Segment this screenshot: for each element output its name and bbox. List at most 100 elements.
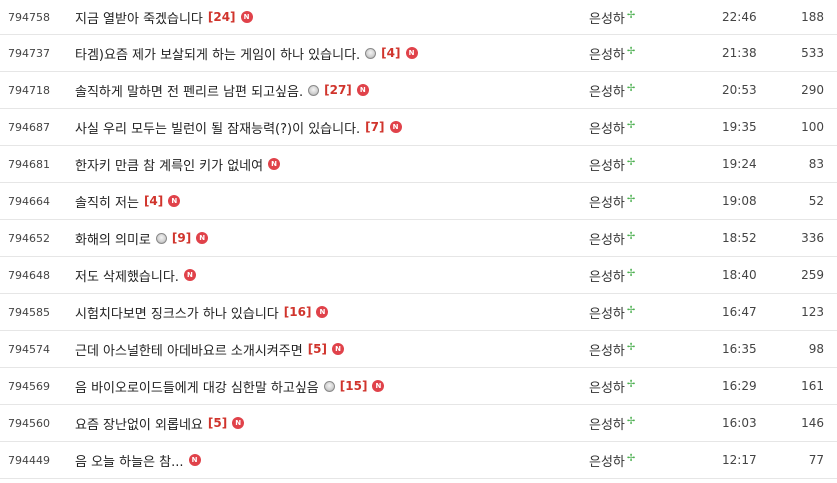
post-title-link[interactable]: 지금 열받아 죽겠습니다 [75, 8, 203, 27]
author-name[interactable]: 은성하 ✢ [589, 183, 679, 219]
comment-count-link[interactable]: [24] [208, 10, 236, 24]
member-level-leaf-icon: ✢ [626, 268, 636, 279]
post-title-link[interactable]: 솔직하게 말하면 전 펜리르 남편 되고싶음. [75, 81, 303, 100]
post-title-cell: 요즘 장난없이 외롭네요 [5] N [75, 405, 575, 441]
post-title-cell: 사실 우리 모두는 빌런이 될 잠재능력(?)이 있습니다. [7] N [75, 109, 575, 145]
post-title-link[interactable]: 타겜)요즘 제가 보살되게 하는 게임이 하나 있습니다. [75, 44, 360, 63]
post-time: 16:47 [722, 305, 757, 319]
view-count: 336 [801, 231, 824, 245]
member-level-leaf-icon: ✢ [626, 10, 636, 21]
post-row[interactable]: 794687 사실 우리 모두는 빌런이 될 잠재능력(?)이 있습니다. [7] N… [0, 109, 837, 146]
member-level-leaf-icon: ✢ [626, 231, 636, 242]
post-time: 20:53 [722, 83, 757, 97]
new-post-icon: N [405, 47, 418, 59]
author-label: 은성하 [589, 417, 625, 433]
post-row[interactable]: 794648 저도 삭제했습니다. N 은성하 ✢ 18:40 259 [0, 257, 837, 294]
post-number: 794449 [8, 453, 50, 467]
post-list: 794758 지금 열받아 죽겠습니다 [24] N 은성하 ✢ 22:46 188 79473… [0, 0, 837, 483]
comment-count-link[interactable]: [9] [172, 231, 191, 245]
comment-count-link[interactable]: [5] [208, 416, 227, 430]
member-level-leaf-icon: ✢ [626, 416, 636, 427]
post-title-link[interactable]: 요즘 장난없이 외롭네요 [75, 414, 203, 433]
author-label: 은성하 [589, 269, 625, 285]
author-name[interactable]: 은성하 ✢ [589, 257, 679, 293]
post-title-cell: 한자키 만큼 참 계륵인 키가 없네여 N [75, 146, 575, 182]
member-level-leaf-icon: ✢ [626, 305, 636, 316]
author-name[interactable]: 은성하 ✢ [589, 72, 679, 108]
post-title-link[interactable]: 사실 우리 모두는 빌런이 될 잠재능력(?)이 있습니다. [75, 118, 360, 137]
author-name[interactable]: 은성하 ✢ [589, 146, 679, 182]
post-number: 794664 [8, 194, 50, 208]
post-row[interactable]: 794737 타겜)요즘 제가 보살되게 하는 게임이 하나 있습니다. [4] N 은… [0, 35, 837, 72]
author-name[interactable]: 은성하 ✢ [589, 368, 679, 404]
member-level-leaf-icon: ✢ [626, 157, 636, 168]
view-count: 100 [801, 120, 824, 134]
post-row[interactable]: 794652 화해의 의미로 [9] N 은성하 ✢ 18:52 336 [0, 220, 837, 257]
comment-count-link[interactable]: [16] [284, 305, 312, 319]
post-number: 794569 [8, 379, 50, 393]
view-count: 98 [808, 342, 824, 356]
author-name[interactable]: 은성하 ✢ [589, 109, 679, 145]
post-title-cell: 솔직하게 말하면 전 펜리르 남편 되고싶음. [27] N [75, 72, 575, 108]
author-label: 은성하 [589, 232, 625, 248]
view-count: 77 [808, 453, 824, 467]
post-row[interactable]: 794569 음 바이오로이드들에게 대강 심한말 하고싶음 [15] N 은성하 ✢ 16… [0, 368, 837, 405]
author-name[interactable]: 은성하 ✢ [589, 331, 679, 367]
post-time: 18:40 [722, 268, 757, 282]
post-time: 21:38 [722, 46, 757, 60]
post-title-link[interactable]: 화해의 의미로 [75, 229, 151, 248]
post-number: 794585 [8, 305, 50, 319]
view-count: 259 [801, 268, 824, 282]
member-level-leaf-icon: ✢ [626, 379, 636, 390]
post-row[interactable]: 794681 한자키 만큼 참 계륵인 키가 없네여 N 은성하 ✢ 19:24 83 [0, 146, 837, 183]
post-time: 12:17 [722, 453, 757, 467]
image-attachment-icon [323, 380, 335, 392]
comment-count-link[interactable]: [7] [365, 120, 384, 134]
comment-count-link[interactable]: [4] [144, 194, 163, 208]
new-post-icon: N [316, 306, 329, 318]
new-post-icon: N [389, 121, 402, 133]
post-number: 794687 [8, 120, 50, 134]
image-attachment-icon [155, 232, 167, 244]
author-name[interactable]: 은성하 ✢ [589, 294, 679, 330]
post-title-link[interactable]: 근데 아스널한테 아데바요르 소개시켜주면 [75, 340, 303, 359]
view-count: 290 [801, 83, 824, 97]
author-name[interactable]: 은성하 ✢ [589, 35, 679, 71]
author-label: 은성하 [589, 343, 625, 359]
author-label: 은성하 [589, 11, 625, 27]
comment-count-link[interactable]: [5] [308, 342, 327, 356]
author-name[interactable]: 은성하 ✢ [589, 220, 679, 256]
new-post-icon: N [356, 84, 369, 96]
post-number: 794737 [8, 46, 50, 60]
post-time: 16:03 [722, 416, 757, 430]
member-level-leaf-icon: ✢ [626, 342, 636, 353]
author-label: 은성하 [589, 380, 625, 396]
post-title-cell: 시험치다보면 징크스가 하나 있습니다 [16] N [75, 294, 575, 330]
post-row[interactable]: 794758 지금 열받아 죽겠습니다 [24] N 은성하 ✢ 22:46 188 [0, 0, 837, 35]
comment-count-link[interactable]: [15] [340, 379, 368, 393]
post-title-cell: 타겜)요즘 제가 보살되게 하는 게임이 하나 있습니다. [4] N [75, 35, 575, 71]
post-title-link[interactable]: 음 오늘 하늘은 참... [75, 451, 184, 470]
view-count: 83 [808, 157, 824, 171]
new-post-icon: N [196, 232, 209, 244]
post-title-link[interactable]: 솔직히 저는 [75, 192, 139, 211]
author-name[interactable]: 은성하 ✢ [589, 405, 679, 441]
post-title-link[interactable]: 시험치다보면 징크스가 하나 있습니다 [75, 303, 279, 322]
post-title-link[interactable]: 저도 삭제했습니다. [75, 266, 179, 285]
author-name[interactable]: 은성하 ✢ [589, 0, 679, 34]
post-title-link[interactable]: 한자키 만큼 참 계륵인 키가 없네여 [75, 155, 263, 174]
post-row[interactable]: 794664 솔직히 저는 [4] N 은성하 ✢ 19:08 52 [0, 183, 837, 220]
comment-count-link[interactable]: [27] [324, 83, 352, 97]
comment-count-link[interactable]: [4] [381, 46, 400, 60]
post-row[interactable]: 794718 솔직하게 말하면 전 펜리르 남편 되고싶음. [27] N 은성하 ✢ 20… [0, 72, 837, 109]
post-row[interactable]: 794449 음 오늘 하늘은 참... N 은성하 ✢ 12:17 77 [0, 442, 837, 479]
post-title-link[interactable]: 음 바이오로이드들에게 대강 심한말 하고싶음 [75, 377, 319, 396]
post-row[interactable]: 794585 시험치다보면 징크스가 하나 있습니다 [16] N 은성하 ✢ 16:47 1… [0, 294, 837, 331]
post-time: 16:29 [722, 379, 757, 393]
post-row[interactable]: 794574 근데 아스널한테 아데바요르 소개시켜주면 [5] N 은성하 ✢ 16:35… [0, 331, 837, 368]
author-name[interactable]: 은성하 ✢ [589, 442, 679, 478]
post-row[interactable]: 794560 요즘 장난없이 외롭네요 [5] N 은성하 ✢ 16:03 146 [0, 405, 837, 442]
post-number: 794758 [8, 10, 50, 24]
member-level-leaf-icon: ✢ [626, 83, 636, 94]
post-number: 794681 [8, 157, 50, 171]
